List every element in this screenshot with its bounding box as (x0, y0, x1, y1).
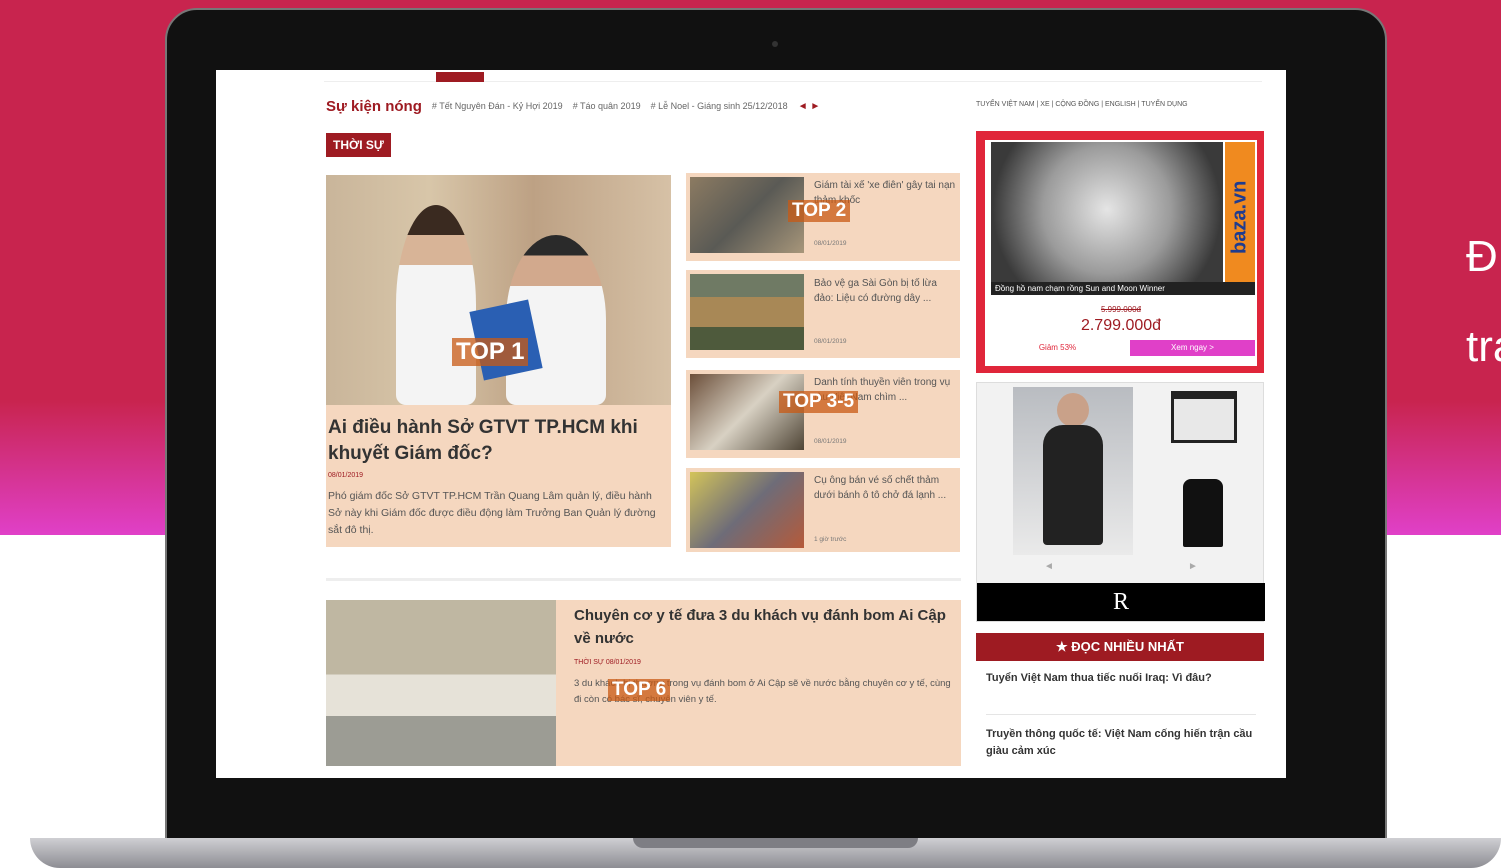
top-nav-bar (324, 72, 1262, 82)
hot-events-arrows-icon[interactable]: ◄ ► (798, 101, 821, 112)
most-read-item[interactable]: Tuyển Việt Nam thua tiếc nuối Iraq: Vì đ… (986, 670, 1256, 687)
side-story-rank-label: TOP 2 (788, 200, 851, 222)
section-tag[interactable]: THỜI SỰ (326, 133, 391, 157)
side-story-date: 1 giờ trước (814, 536, 847, 543)
ad-next-arrow-icon[interactable]: ► (1188, 561, 1198, 572)
ad-prev-arrow-icon[interactable]: ◄ (1044, 561, 1054, 572)
hot-item-link[interactable]: # Tết Nguyên Đán - Kỷ Hợi 2019 (432, 101, 563, 111)
model-image[interactable] (1013, 387, 1133, 555)
main-story-rank-label: TOP 1 (452, 338, 529, 366)
brand-logo[interactable]: R (977, 583, 1265, 621)
main-story-image[interactable] (326, 175, 671, 405)
webcam (772, 41, 778, 47)
side-story-image[interactable] (690, 274, 804, 350)
side-text-line1: Đ (1466, 232, 1498, 281)
hot-item-link[interactable]: # Táo quân 2019 (573, 101, 641, 111)
main-story-date: 08/01/2019 (328, 472, 364, 479)
ad-buy-button[interactable]: Xem ngay > (1130, 340, 1255, 356)
most-read-label: ĐỌC NHIỀU NHẤT (1071, 639, 1184, 654)
watch-image[interactable] (991, 142, 1223, 292)
side-story-image[interactable] (690, 472, 804, 548)
hot-events-label: Sự kiện nóng (326, 97, 422, 115)
watch-ad[interactable]: baza.vn Đồng hồ nam chạm rồng Sun and Mo… (976, 131, 1264, 373)
second-story-title[interactable]: Chuyên cơ y tế đưa 3 du khách vụ đánh bo… (574, 604, 958, 650)
side-story-rank-label: TOP 3-5 (779, 391, 859, 413)
side-story-date: 08/01/2019 (814, 438, 847, 445)
star-icon: ★ (1056, 639, 1068, 654)
side-story-title[interactable]: Cụ ông bán vé số chết thảm dưới bánh ô t… (814, 473, 958, 503)
most-read-separator (986, 714, 1256, 715)
ad-price: 2.799.000đ (1080, 317, 1162, 334)
category-links[interactable]: TUYỂN VIỆT NAM | XE | CỘNG ĐỒNG | ENGLIS… (976, 101, 1188, 108)
side-story-date: 08/01/2019 (814, 240, 847, 247)
ad-caption: Đồng hồ nam chạm rồng Sun and Moon Winne… (991, 282, 1255, 295)
most-read-item[interactable]: Truyền thông quốc tế: Việt Nam cống hiến… (986, 726, 1256, 760)
hot-item-link[interactable]: # Lễ Noel - Giáng sinh 25/12/2018 (651, 101, 788, 111)
side-story-image[interactable] (690, 177, 804, 253)
second-story-rank-label: TOP 6 (608, 679, 671, 701)
main-story-title[interactable]: Ai điều hành Sở GTVT TP.HCM khi khuyết G… (328, 415, 658, 467)
side-story-date: 08/01/2019 (814, 338, 847, 345)
main-story-snippet: Phó giám đốc Sở GTVT TP.HCM Trần Quang L… (328, 490, 656, 536)
nav-active-tab[interactable] (436, 72, 484, 82)
laptop-notch (633, 838, 918, 848)
second-story-meta: THỜI SỰ 08/01/2019 (574, 659, 641, 666)
side-story-title[interactable]: Bảo vệ ga Sài Gòn bị tố lừa đảo: Liệu có… (814, 276, 958, 306)
tanktop-image[interactable] (1183, 479, 1223, 547)
content-divider (326, 578, 961, 581)
side-text-line2: tra (1466, 322, 1501, 371)
underwear-image[interactable] (1171, 391, 1237, 443)
ad-discount: Giảm 53% (1038, 343, 1077, 352)
fashion-ad[interactable]: ◄ ► R (976, 382, 1265, 622)
baza-logo[interactable]: baza.vn (1225, 142, 1255, 292)
laptop-screen: Sự kiện nóng # Tết Nguyên Đán - Kỷ Hợi 2… (216, 70, 1286, 778)
most-read-header: ★ ĐỌC NHIỀU NHẤT (976, 633, 1264, 661)
ad-old-price: 5.999.000đ (1100, 305, 1142, 314)
second-story-image[interactable] (326, 600, 556, 766)
